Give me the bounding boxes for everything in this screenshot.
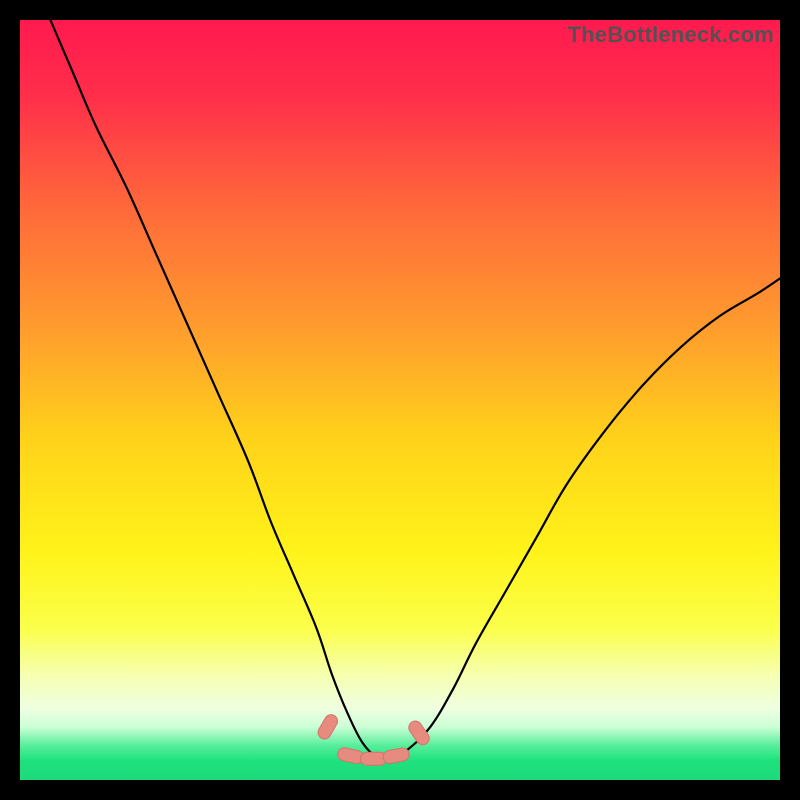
chart-frame: TheBottleneck.com <box>20 20 780 780</box>
curve-layer <box>20 20 780 780</box>
optimal-range-markers <box>316 712 432 765</box>
optimal-marker <box>360 752 386 765</box>
optimal-marker <box>336 747 364 765</box>
optimal-marker <box>316 712 340 741</box>
optimal-marker <box>406 719 432 748</box>
bottleneck-curve <box>50 20 780 759</box>
optimal-marker <box>382 747 410 764</box>
watermark-text: TheBottleneck.com <box>568 22 774 48</box>
